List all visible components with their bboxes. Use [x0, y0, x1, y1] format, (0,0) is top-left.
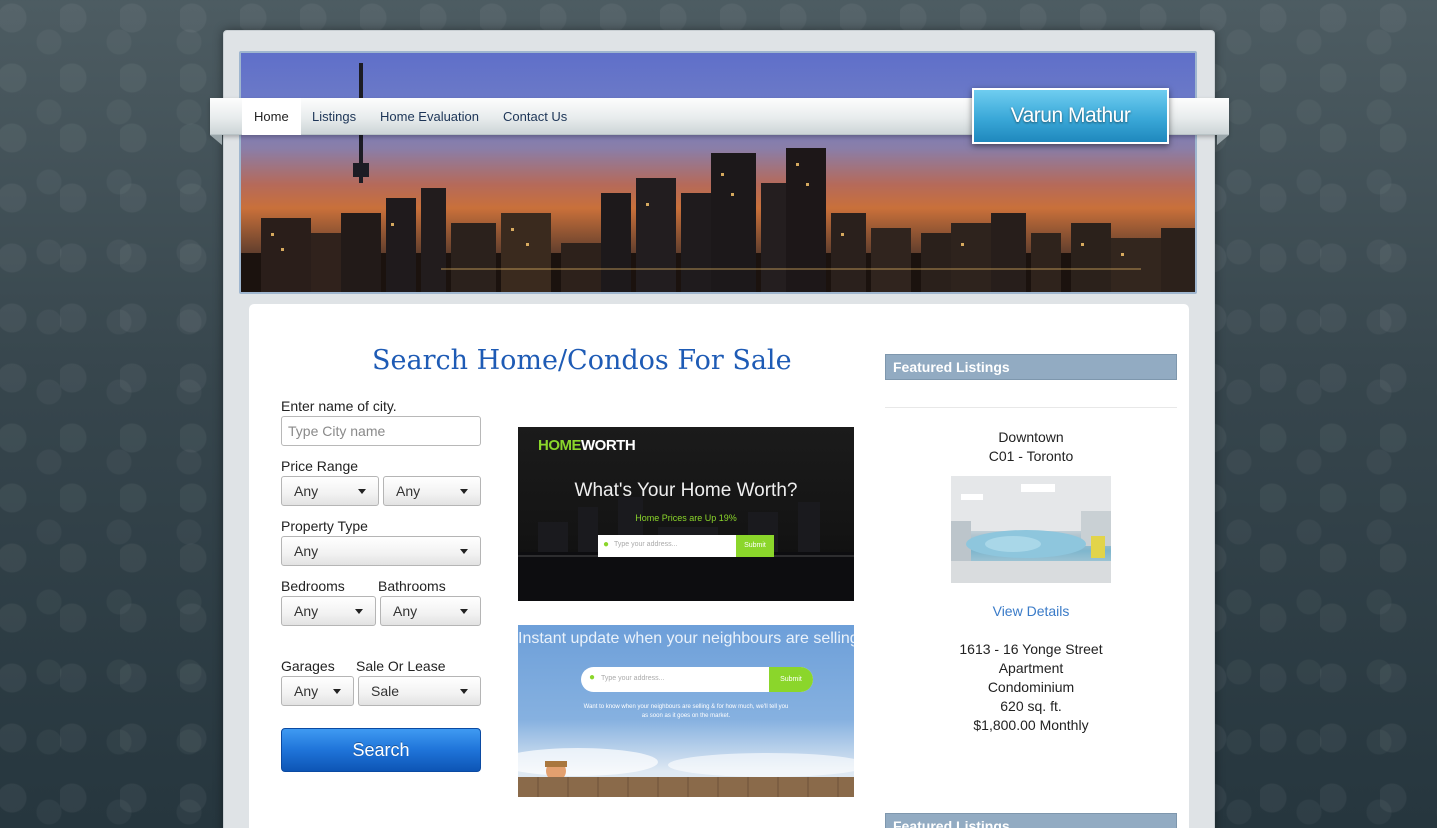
location-pin-icon: ● — [589, 672, 596, 683]
location-pin-icon: ● — [603, 539, 610, 550]
listing-style: Condominium — [987, 679, 1075, 695]
listing-price: $1,800.00 Monthly — [973, 717, 1089, 733]
search-button[interactable]: Search — [281, 728, 481, 772]
nav-home-evaluation[interactable]: Home Evaluation — [368, 98, 491, 135]
listing-address: 1613 - 16 Yonge Street — [959, 641, 1103, 657]
price-max-value: Any — [396, 483, 421, 499]
price-max-select[interactable]: Any — [383, 476, 481, 506]
ribbon-fold-left — [210, 135, 222, 145]
nav-contact-us[interactable]: Contact Us — [491, 98, 579, 135]
bathrooms-label: Bathrooms — [378, 578, 446, 594]
property-type-value: Any — [294, 543, 319, 559]
chevron-down-icon — [355, 609, 363, 614]
neighbours-text-line-2: as soon as it goes on the market. — [641, 713, 731, 719]
search-title: Search Home/Condos For Sale — [372, 345, 792, 376]
chevron-down-icon — [460, 549, 468, 554]
homeworth-logo-worth: WORTH — [581, 437, 636, 454]
price-min-select[interactable]: Any — [281, 476, 379, 506]
neighbours-address-input[interactable]: ● Type your address... Submit — [581, 667, 813, 692]
nav-listings[interactable]: Listings — [300, 98, 368, 135]
bedrooms-select[interactable]: Any — [281, 596, 376, 626]
listing-area: Downtown — [998, 429, 1064, 445]
homeworth-logo-home: HOME — [538, 437, 582, 454]
chevron-down-icon — [333, 689, 341, 694]
listing-district: C01 - Toronto — [988, 448, 1074, 464]
garages-value: Any — [294, 683, 319, 699]
featured-listings-heading-2: Featured Listings — [885, 813, 1177, 828]
homeworth-headline: What's Your Home Worth? — [574, 480, 798, 501]
price-min-value: Any — [294, 483, 319, 499]
sale-or-lease-select[interactable]: Sale — [358, 676, 481, 706]
neighbours-address-placeholder: Type your address... — [601, 675, 665, 682]
garages-select[interactable]: Any — [281, 676, 354, 706]
listing-photo[interactable] — [951, 476, 1111, 583]
homeworth-ad-banner[interactable]: HOMEWORTH What's Your Home Worth? Home P… — [518, 427, 854, 601]
garages-label: Garages — [281, 658, 335, 674]
featured-divider — [885, 407, 1177, 408]
property-type-label: Property Type — [281, 518, 368, 534]
homeworth-subtext: Home Prices are Up 19% — [635, 513, 737, 523]
sale-or-lease-value: Sale — [371, 683, 400, 699]
city-label: Enter name of city. — [281, 398, 397, 414]
chevron-down-icon — [460, 489, 468, 494]
bedrooms-value: Any — [294, 603, 319, 619]
chevron-down-icon — [460, 689, 468, 694]
bedrooms-label: Bedrooms — [281, 578, 345, 594]
city-input[interactable] — [281, 416, 481, 446]
listing-size: 620 sq. ft. — [1000, 698, 1062, 714]
neighbours-text-line-1: Want to know when your neighbours are se… — [583, 704, 789, 710]
chevron-down-icon — [460, 609, 468, 614]
bathrooms-value: Any — [393, 603, 418, 619]
view-details-link[interactable]: View Details — [993, 603, 1070, 619]
homeworth-address-placeholder: Type your address... — [614, 541, 678, 548]
fence-illustration — [518, 748, 854, 797]
chevron-down-icon — [358, 489, 366, 494]
property-type-select[interactable]: Any — [281, 536, 481, 566]
sale-or-lease-label: Sale Or Lease — [356, 658, 446, 674]
neighbours-submit-button[interactable]: Submit — [769, 667, 813, 692]
view-details-wrap: View Details — [885, 603, 1177, 619]
neighbours-headline: Instant update when your neighbours are … — [518, 630, 854, 647]
bathrooms-select[interactable]: Any — [380, 596, 481, 626]
listing-type: Apartment — [998, 660, 1064, 676]
pool-photo-image — [951, 476, 1111, 583]
neighbours-ad-banner[interactable]: Instant update when your neighbours are … — [518, 625, 854, 797]
ribbon-fold-right — [1217, 135, 1229, 145]
nav-home[interactable]: Home — [242, 98, 301, 135]
price-range-label: Price Range — [281, 458, 359, 474]
homeworth-submit-button[interactable]: Submit — [736, 535, 774, 557]
brand-name-box[interactable]: Varun Mathur — [972, 88, 1169, 144]
featured-listings-heading: Featured Listings — [885, 354, 1177, 380]
